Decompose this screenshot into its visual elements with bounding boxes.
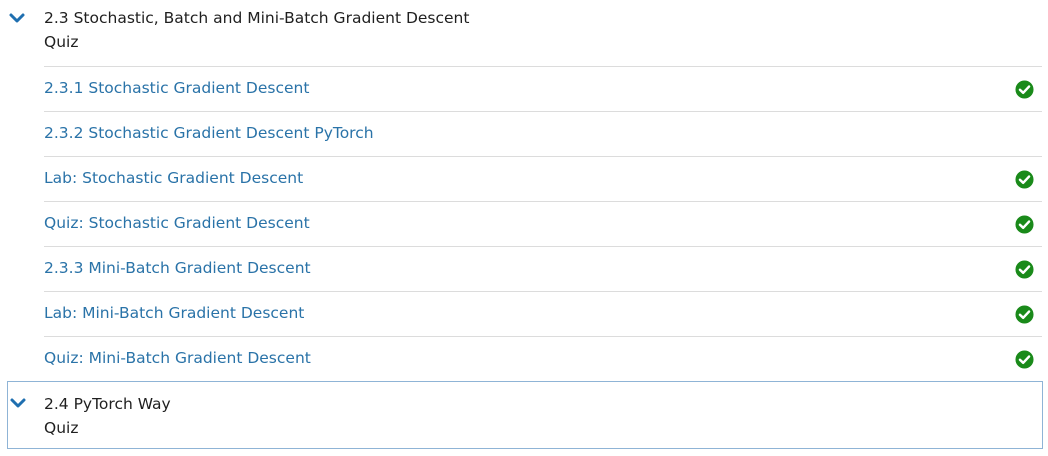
chevron-down-icon[interactable] — [9, 395, 27, 413]
lesson-list: 2.3.1 Stochastic Gradient Descent 2.3.2 … — [44, 66, 1042, 381]
section-2-4[interactable]: 2.4 PyTorch Way Quiz — [7, 381, 1043, 449]
section-title: 2.4 PyTorch Way — [44, 395, 171, 413]
lesson-item-2-3-2[interactable]: 2.3.2 Stochastic Gradient Descent PyTorc… — [44, 111, 1042, 156]
section-subtitle: Quiz — [44, 419, 79, 437]
lesson-link[interactable]: Quiz: Stochastic Gradient Descent — [44, 214, 310, 232]
lesson-item-2-3-1[interactable]: 2.3.1 Stochastic Gradient Descent — [44, 66, 1042, 111]
lesson-item-quiz-mini-batch[interactable]: Quiz: Mini-Batch Gradient Descent — [44, 336, 1042, 381]
lesson-link[interactable]: 2.3.3 Mini-Batch Gradient Descent — [44, 259, 311, 277]
section-title: 2.3 Stochastic, Batch and Mini-Batch Gra… — [44, 9, 470, 27]
lesson-link[interactable]: Quiz: Mini-Batch Gradient Descent — [44, 349, 311, 367]
lesson-link[interactable]: Lab: Mini-Batch Gradient Descent — [44, 304, 304, 322]
lesson-link[interactable]: 2.3.2 Stochastic Gradient Descent PyTorc… — [44, 124, 374, 142]
check-circle-icon — [1015, 305, 1034, 324]
chevron-down-icon[interactable] — [8, 10, 26, 28]
check-circle-icon — [1015, 80, 1034, 99]
lesson-item-2-3-3[interactable]: 2.3.3 Mini-Batch Gradient Descent — [44, 246, 1042, 291]
check-circle-icon — [1015, 170, 1034, 189]
lesson-item-lab-mini-batch[interactable]: Lab: Mini-Batch Gradient Descent — [44, 291, 1042, 336]
check-circle-icon — [1015, 350, 1034, 369]
check-circle-icon — [1015, 215, 1034, 234]
section-subtitle: Quiz — [44, 33, 79, 51]
lesson-link[interactable]: Lab: Stochastic Gradient Descent — [44, 169, 303, 187]
lesson-item-quiz-sgd[interactable]: Quiz: Stochastic Gradient Descent — [44, 201, 1042, 246]
section-2-3: 2.3 Stochastic, Batch and Mini-Batch Gra… — [0, 0, 1048, 369]
lesson-link[interactable]: 2.3.1 Stochastic Gradient Descent — [44, 79, 309, 97]
lesson-item-lab-sgd[interactable]: Lab: Stochastic Gradient Descent — [44, 156, 1042, 201]
section-header-2-3[interactable]: 2.3 Stochastic, Batch and Mini-Batch Gra… — [0, 0, 1048, 66]
check-circle-icon — [1015, 260, 1034, 279]
